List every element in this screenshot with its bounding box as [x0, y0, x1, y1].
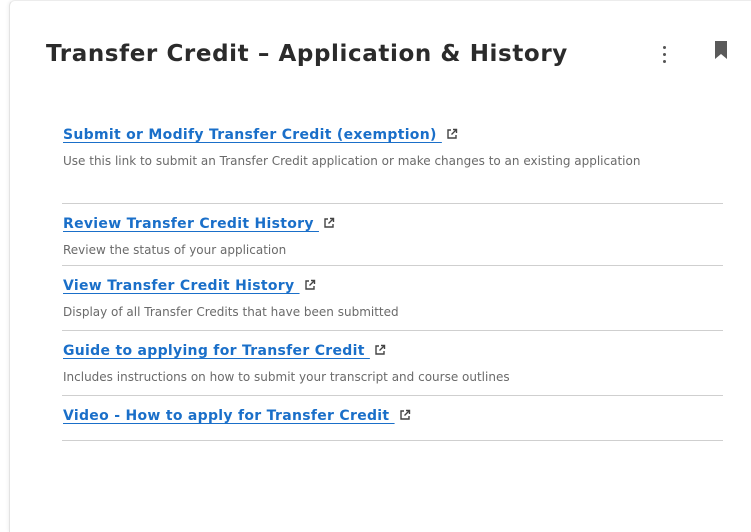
- kebab-menu-icon[interactable]: [658, 43, 670, 65]
- link-list: Submit or Modify Transfer Credit (exempt…: [62, 121, 723, 441]
- video-how-to-apply-link[interactable]: Video - How to apply for Transfer Credit: [63, 408, 411, 424]
- bookmark-icon[interactable]: [714, 40, 728, 60]
- external-link-icon: [324, 217, 335, 228]
- list-item: Guide to applying for Transfer Credit In…: [62, 331, 723, 396]
- external-link-icon: [399, 409, 410, 420]
- list-item: Video - How to apply for Transfer Credit: [62, 396, 723, 441]
- view-transfer-credit-history-link[interactable]: View Transfer Credit History: [63, 278, 316, 294]
- submit-or-modify-transfer-credit-link[interactable]: Submit or Modify Transfer Credit (exempt…: [63, 127, 458, 143]
- link-label: Review Transfer Credit History: [63, 216, 319, 232]
- list-item: View Transfer Credit History Display of …: [62, 266, 723, 331]
- link-description: Includes instructions on how to submit y…: [63, 370, 510, 384]
- list-item: Submit or Modify Transfer Credit (exempt…: [62, 121, 723, 204]
- link-label: Submit or Modify Transfer Credit (exempt…: [63, 127, 442, 143]
- external-link-icon: [447, 128, 458, 139]
- review-transfer-credit-history-link[interactable]: Review Transfer Credit History: [63, 216, 335, 232]
- link-description: Review the status of your application: [63, 243, 287, 257]
- card-title: Transfer Credit – Application & History: [46, 41, 568, 67]
- link-label: Video - How to apply for Transfer Credit: [63, 408, 395, 424]
- link-label: View Transfer Credit History: [63, 278, 300, 294]
- guide-to-applying-link[interactable]: Guide to applying for Transfer Credit: [63, 343, 386, 359]
- transfer-credit-card: Transfer Credit – Application & History …: [9, 0, 751, 532]
- external-link-icon: [304, 279, 315, 290]
- external-link-icon: [375, 344, 386, 355]
- list-item: Review Transfer Credit History Review th…: [62, 204, 723, 266]
- link-description: Display of all Transfer Credits that hav…: [63, 305, 399, 319]
- link-label: Guide to applying for Transfer Credit: [63, 343, 370, 359]
- link-description: Use this link to submit an Transfer Cred…: [63, 154, 641, 168]
